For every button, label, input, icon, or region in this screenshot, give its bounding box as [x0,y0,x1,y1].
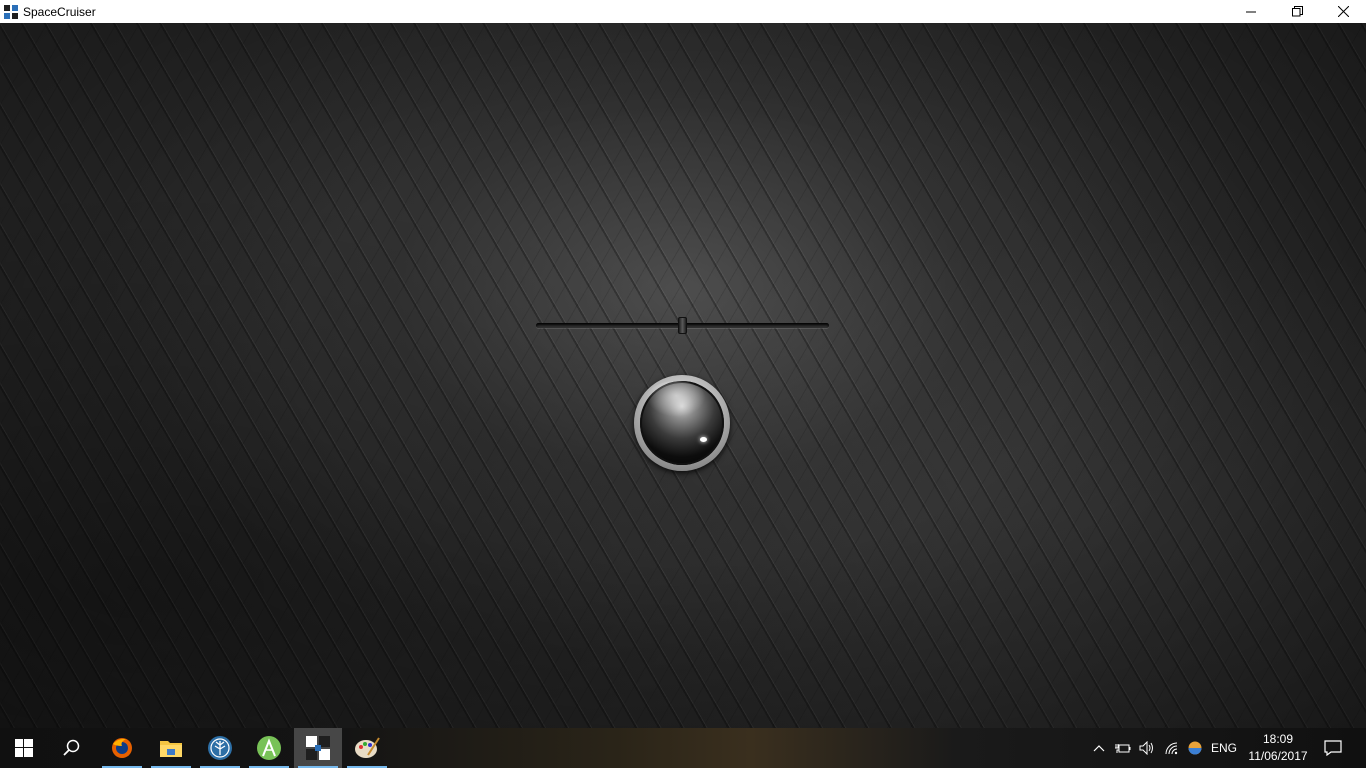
taskbar-app-tree[interactable] [196,728,244,768]
minimize-icon [1245,11,1256,13]
title-bar[interactable]: SpaceCruiser [0,0,1366,23]
windows-icon [15,739,33,757]
minimize-button[interactable] [1228,0,1274,23]
start-button[interactable] [0,728,48,768]
chevron-up-icon [1093,745,1105,752]
volume-button[interactable] [1137,728,1157,768]
tray-app-button[interactable] [1185,728,1205,768]
wifi-icon [1165,742,1178,755]
close-icon [1337,6,1349,17]
app-canvas [0,23,1366,728]
speaker-icon [1139,741,1153,755]
taskbar: ENG 18:09 11/06/2017 [0,728,1366,768]
spacecruiser-icon [4,4,18,19]
input-language-button[interactable]: ENG [1208,728,1240,768]
taskbar-spacecruiser[interactable] [294,728,342,768]
notification-icon [1324,740,1342,756]
close-button[interactable] [1320,0,1366,23]
taskbar-firefox[interactable] [98,728,146,768]
firefox-icon [112,738,132,758]
folder-icon [160,741,182,757]
power-status-button[interactable] [1113,728,1133,768]
restore-icon [1291,6,1303,17]
colored-ball-icon [1188,741,1202,755]
window-title: SpaceCruiser [23,4,96,19]
taskbar-file-explorer[interactable] [147,728,195,768]
language-indicator: ENG [1210,741,1237,755]
show-hidden-icons-button[interactable] [1090,728,1108,768]
tree-icon [208,736,232,760]
search-icon [63,739,80,756]
search-button[interactable] [48,728,96,768]
taskbar-paint[interactable] [343,728,391,768]
palette-icon [355,737,380,758]
orb-button[interactable] [634,375,730,471]
android-icon [257,736,281,760]
taskbar-android-studio[interactable] [245,728,293,768]
network-button[interactable] [1162,728,1182,768]
window-controls [1228,0,1366,23]
clock-date: 11/06/2017 [1248,749,1308,763]
clock-time: 18:09 [1262,732,1294,746]
action-center-button[interactable] [1318,728,1348,768]
slider-thumb[interactable] [678,317,687,334]
slider[interactable] [536,317,829,337]
battery-plug-icon [1115,744,1131,753]
restore-button[interactable] [1274,0,1320,23]
spacecruiser-icon [306,736,330,760]
clock[interactable]: 18:09 11/06/2017 [1247,731,1309,765]
